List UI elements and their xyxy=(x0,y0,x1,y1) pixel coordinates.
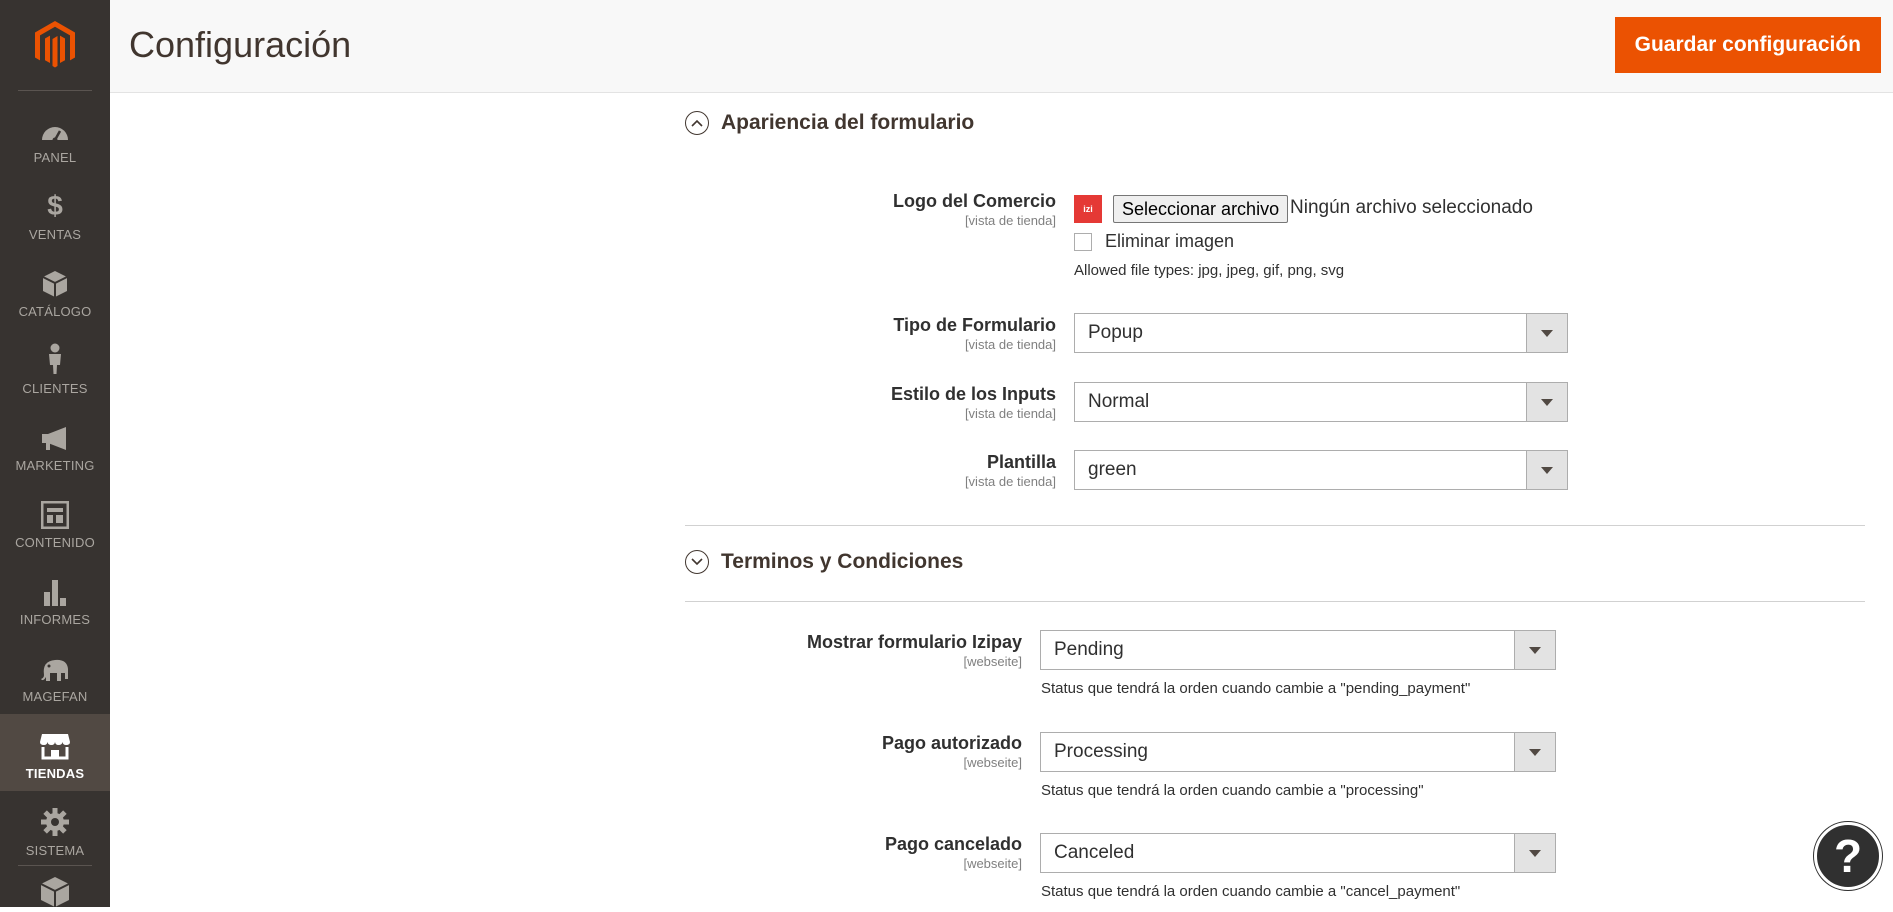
admin-sidebar: PANEL $ VENTAS CATÁLOGO CLIENTES MARKETI… xyxy=(0,0,110,907)
sidebar-item-clientes[interactable]: CLIENTES xyxy=(0,329,110,406)
select-value: Processing xyxy=(1054,741,1148,762)
sidebar-item-label: TIENDAS xyxy=(25,766,85,781)
store-icon xyxy=(0,726,110,760)
logo-thumbnail: izi xyxy=(1074,195,1102,223)
delete-image-label[interactable]: Eliminar imagen xyxy=(1105,231,1234,252)
sidebar-item-contenido[interactable]: CONTENIDO xyxy=(0,483,110,560)
gear-icon xyxy=(0,803,110,837)
status-note: Status que tendrá la orden cuando cambie… xyxy=(1041,680,1471,697)
input-style-label: Estilo de los Inputs [vista de tienda] xyxy=(891,384,1056,421)
chevron-down-icon xyxy=(1514,733,1555,771)
dollar-icon: $ xyxy=(47,190,63,221)
sidebar-item-label: SISTEMA xyxy=(25,843,85,858)
canceled-label: Pago cancelado [webseite] xyxy=(885,834,1022,871)
field-scope: [webseite] xyxy=(963,856,1022,871)
field-label: Pago autorizado xyxy=(881,733,1022,753)
field-scope: [vista de tienda] xyxy=(964,337,1056,352)
field-scope: [vista de tienda] xyxy=(964,474,1056,489)
sidebar-item-marketing[interactable]: MARKETING xyxy=(0,406,110,483)
template-label: Plantilla [vista de tienda] xyxy=(965,452,1056,489)
select-value: green xyxy=(1088,459,1137,480)
sidebar-item-magefan[interactable]: MAGEFAN xyxy=(0,637,110,714)
sidebar-divider xyxy=(18,90,92,91)
chevron-down-icon xyxy=(1526,383,1567,421)
question-icon: ? xyxy=(1833,830,1863,882)
show-form-select[interactable]: Pending xyxy=(1040,630,1556,670)
authorized-label: Pago autorizado [webseite] xyxy=(882,733,1022,770)
sidebar-item-label: INFORMES xyxy=(19,612,91,627)
show-form-label: Mostrar formulario Izipay [webseite] xyxy=(807,632,1022,669)
person-icon xyxy=(0,341,110,375)
form-type-select[interactable]: Popup xyxy=(1074,313,1568,353)
template-select[interactable]: green xyxy=(1074,450,1568,490)
authorized-select[interactable]: Processing xyxy=(1040,732,1556,772)
help-button[interactable]: ? xyxy=(1814,822,1882,890)
section-title: Terminos y Condiciones xyxy=(721,550,964,573)
field-scope: [vista de tienda] xyxy=(964,406,1056,421)
sidebar-item-label: CONTENIDO xyxy=(15,535,95,550)
sidebar-item-label: CLIENTES xyxy=(22,381,88,396)
sidebar-item-informes[interactable]: INFORMES xyxy=(0,560,110,637)
sidebar-item-label: VENTAS xyxy=(28,227,82,242)
sidebar-item-label: MARKETING xyxy=(15,458,95,473)
sidebar-divider xyxy=(18,865,92,866)
field-scope: [webseite] xyxy=(963,755,1022,770)
chevron-down-icon xyxy=(1526,451,1567,489)
status-note: Status que tendrá la orden cuando cambie… xyxy=(1041,883,1461,900)
save-config-button[interactable]: Guardar configuración xyxy=(1614,17,1881,73)
file-status-text: Ningún archivo seleccionado xyxy=(1290,197,1533,218)
canceled-select[interactable]: Canceled xyxy=(1040,833,1556,873)
chevron-down-icon xyxy=(1514,834,1555,872)
input-style-select[interactable]: Normal xyxy=(1074,382,1568,422)
sidebar-item-sistema[interactable]: SISTEMA xyxy=(0,791,110,868)
delete-image-checkbox[interactable] xyxy=(1074,233,1092,251)
sidebar-item-label: PANEL xyxy=(33,150,77,165)
logo-label: Logo del Comercio [vista de tienda] xyxy=(893,191,1056,228)
sidebar-item-label: MAGEFAN xyxy=(22,689,88,704)
field-label: Tipo de Formulario xyxy=(893,315,1056,335)
elephant-icon xyxy=(0,649,110,683)
field-label: Logo del Comercio xyxy=(892,191,1056,211)
dashboard-icon xyxy=(0,110,110,144)
select-value: Normal xyxy=(1088,391,1150,412)
section-appearance-toggle[interactable]: Apariencia del formulario xyxy=(685,111,974,135)
sidebar-item-catalogo[interactable]: CATÁLOGO xyxy=(0,252,110,329)
sidebar-item-tiendas[interactable]: TIENDAS xyxy=(0,714,110,791)
select-value: Canceled xyxy=(1054,842,1135,863)
chevron-down-icon xyxy=(1514,631,1555,669)
page-title: Configuración xyxy=(129,24,352,65)
select-value: Pending xyxy=(1054,639,1124,660)
magento-logo-icon[interactable] xyxy=(0,0,110,90)
section-divider xyxy=(685,525,1865,526)
page-header: Configuración Guardar configuración xyxy=(110,0,1893,93)
field-scope: [vista de tienda] xyxy=(964,213,1056,228)
field-label: Mostrar formulario Izipay xyxy=(806,632,1022,652)
section-terms-toggle[interactable]: Terminos y Condiciones xyxy=(685,550,963,574)
status-note: Status que tendrá la orden cuando cambie… xyxy=(1041,782,1424,799)
form-type-label: Tipo de Formulario [vista de tienda] xyxy=(893,315,1056,352)
sidebar-item-label: CATÁLOGO xyxy=(18,304,92,319)
sidebar-item-panel[interactable]: PANEL xyxy=(0,98,110,175)
chevron-down-icon xyxy=(685,550,709,574)
section-divider xyxy=(685,601,1865,602)
field-label: Plantilla xyxy=(986,452,1056,472)
field-label: Estilo de los Inputs xyxy=(890,384,1056,404)
box-icon xyxy=(0,264,110,298)
chevron-up-icon xyxy=(685,111,709,135)
field-scope: [webseite] xyxy=(963,654,1022,669)
chevron-down-icon xyxy=(1526,314,1567,352)
layout-icon xyxy=(0,495,110,529)
bar-chart-icon xyxy=(0,572,110,606)
megaphone-icon xyxy=(0,418,110,452)
select-value: Popup xyxy=(1088,322,1143,343)
sidebar-item-ventas[interactable]: $ VENTAS xyxy=(0,175,110,252)
choose-file-button[interactable]: Seleccionar archivo xyxy=(1113,195,1289,223)
field-label: Pago cancelado xyxy=(884,834,1022,854)
section-title: Apariencia del formulario xyxy=(721,111,975,134)
allowed-file-types-note: Allowed file types: jpg, jpeg, gif, png,… xyxy=(1074,262,1345,279)
